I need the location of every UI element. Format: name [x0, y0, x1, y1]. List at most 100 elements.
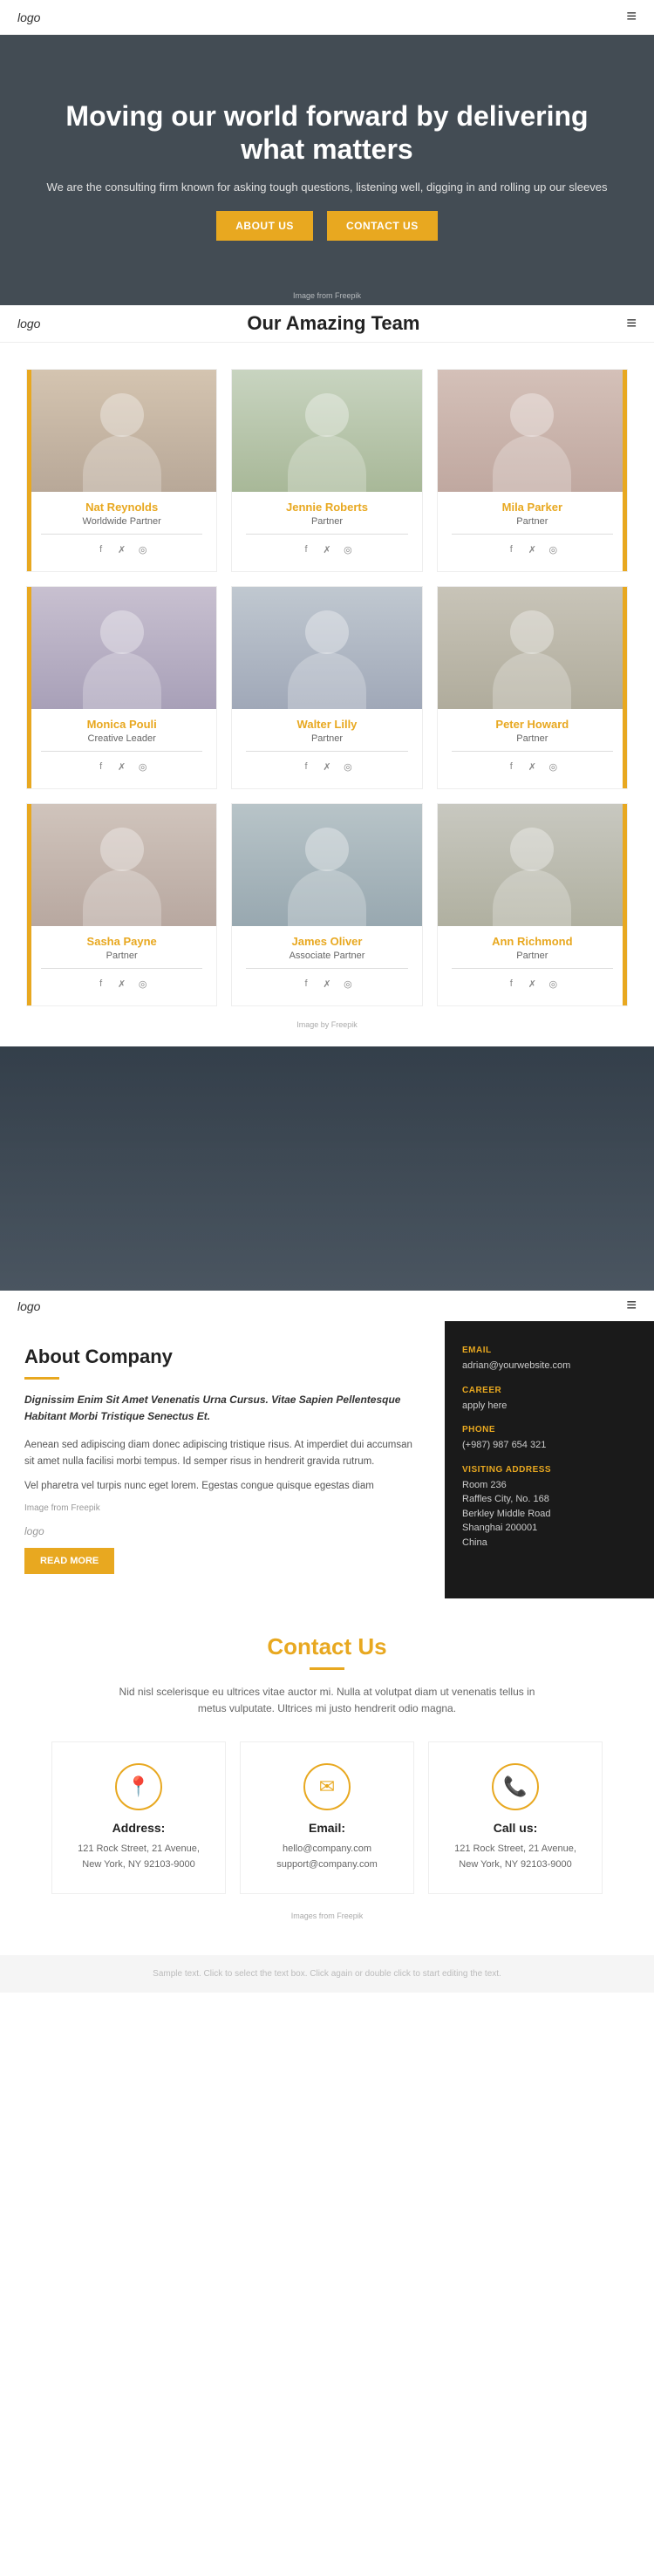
team-member-role: Partner [239, 733, 414, 744]
team-grid: Nat ReynoldsWorldwide Partnerf✗◎ Jennie … [17, 369, 637, 1006]
social-t-icon[interactable]: ✗ [114, 542, 130, 557]
card-divider [452, 534, 613, 535]
about-menu-icon[interactable]: ≡ [626, 1296, 637, 1316]
team-member-role: Worldwide Partner [34, 516, 209, 527]
contact-us-section: Contact Us Nid nisl scelerisque eu ultri… [0, 1598, 654, 1956]
team-photo [438, 587, 627, 709]
card-divider [41, 534, 202, 535]
team-card: Sasha PaynePartnerf✗◎ [26, 803, 217, 1006]
card-accent-right [623, 370, 627, 571]
social-ig-icon[interactable]: ◎ [135, 759, 151, 774]
team-socials: f ✗ ◎ [239, 976, 414, 998]
social-f-icon[interactable]: f [503, 542, 519, 557]
team-socials: f ✗ ◎ [445, 542, 620, 564]
contact-card-icon: ✉ [303, 1763, 351, 1810]
about-image-credit: Image from Freepik [24, 1503, 424, 1513]
contact-card-title: Call us: [494, 1821, 538, 1835]
card-divider [246, 534, 407, 535]
team-info: Ann RichmondPartnerf✗◎ [438, 926, 627, 1005]
social-t-icon[interactable]: ✗ [319, 542, 335, 557]
card-divider [41, 968, 202, 969]
about-logo-mark: logo [24, 1525, 424, 1537]
team-info: Peter HowardPartnerf✗◎ [438, 709, 627, 788]
team-photo [232, 370, 421, 492]
social-ig-icon[interactable]: ◎ [545, 976, 561, 992]
card-divider [452, 968, 613, 969]
team-logo: logo [17, 317, 40, 331]
hero-logo: logo [17, 10, 40, 24]
team-card: James Oliver Associate Partner f ✗ ◎ [231, 803, 422, 1006]
social-t-icon[interactable]: ✗ [319, 759, 335, 774]
contact-card: ✉Email:hello@company.comsupport@company.… [240, 1741, 414, 1894]
contact-card-title: Email: [309, 1821, 345, 1835]
social-t-icon[interactable]: ✗ [524, 542, 540, 557]
team-card: Jennie Roberts Partner f ✗ ◎ [231, 369, 422, 572]
team-socials: f ✗ ◎ [34, 759, 209, 781]
about-section: logo ≡ About Company Dignissim Enim Sit … [0, 1046, 654, 1598]
contact-card: 📞Call us:121 Rock Street, 21 Avenue,New … [428, 1741, 603, 1894]
contact-us-title: Contact Us [26, 1633, 628, 1660]
team-member-role: Associate Partner [239, 951, 414, 961]
team-photo [438, 370, 627, 492]
social-f-icon[interactable]: f [93, 759, 109, 774]
contact-us-button[interactable]: CONTACT US [327, 211, 438, 241]
team-photo [438, 804, 627, 926]
social-t-icon[interactable]: ✗ [114, 759, 130, 774]
hero-image-credit: Image from Freepik [293, 291, 361, 300]
social-ig-icon[interactable]: ◎ [135, 976, 151, 992]
contact-card-title: Address: [112, 1821, 166, 1835]
phone-value: (+987) 987 654 321 [462, 1438, 637, 1453]
card-divider [246, 968, 407, 969]
about-us-button[interactable]: ABOUT US [216, 211, 313, 241]
social-t-icon[interactable]: ✗ [114, 976, 130, 992]
social-f-icon[interactable]: f [503, 759, 519, 774]
about-nav-bar: logo ≡ [0, 1291, 654, 1321]
social-t-icon[interactable]: ✗ [319, 976, 335, 992]
social-ig-icon[interactable]: ◎ [340, 976, 356, 992]
team-photo [27, 370, 216, 492]
social-ig-icon[interactable]: ◎ [545, 542, 561, 557]
team-socials: f ✗ ◎ [445, 759, 620, 781]
contact-card-body: 121 Rock Street, 21 Avenue,New York, NY … [78, 1842, 200, 1872]
social-t-icon[interactable]: ✗ [524, 759, 540, 774]
social-f-icon[interactable]: f [93, 542, 109, 557]
hero-section: Moving our world forward by delivering w… [0, 35, 654, 305]
address-lines: Room 236Raffles City, No. 168Berkley Mid… [462, 1478, 637, 1550]
social-f-icon[interactable]: f [298, 759, 314, 774]
social-ig-icon[interactable]: ◎ [545, 759, 561, 774]
team-member-role: Partner [34, 951, 209, 961]
team-section: Nat ReynoldsWorldwide Partnerf✗◎ Jennie … [0, 343, 654, 1046]
about-hero-image [0, 1046, 654, 1291]
card-accent-left [27, 804, 31, 1005]
social-ig-icon[interactable]: ◎ [340, 542, 356, 557]
team-card: Walter Lilly Partner f ✗ ◎ [231, 586, 422, 789]
team-photo [232, 587, 421, 709]
team-menu-icon[interactable]: ≡ [626, 314, 637, 334]
team-member-role: Partner [239, 516, 414, 527]
social-f-icon[interactable]: f [298, 976, 314, 992]
social-ig-icon[interactable]: ◎ [135, 542, 151, 557]
team-card: Monica PouliCreative Leaderf✗◎ [26, 586, 217, 789]
team-member-name: Walter Lilly [239, 718, 414, 731]
social-ig-icon[interactable]: ◎ [340, 759, 356, 774]
sample-text-footer[interactable]: Sample text. Click to select the text bo… [0, 1955, 654, 1993]
team-nav: logo Our Amazing Team ≡ [0, 305, 654, 343]
team-info: James Oliver Associate Partner f ✗ ◎ [232, 926, 421, 1005]
team-info: Monica PouliCreative Leaderf✗◎ [27, 709, 216, 788]
team-member-role: Creative Leader [34, 733, 209, 744]
team-info: Walter Lilly Partner f ✗ ◎ [232, 709, 421, 788]
about-title: About Company [24, 1346, 424, 1368]
team-member-name: Ann Richmond [445, 935, 620, 948]
team-member-name: Jennie Roberts [239, 501, 414, 514]
read-more-button[interactable]: READ MORE [24, 1548, 114, 1574]
social-f-icon[interactable]: f [93, 976, 109, 992]
team-member-role: Partner [445, 516, 620, 527]
social-t-icon[interactable]: ✗ [524, 976, 540, 992]
hero-menu-icon[interactable]: ≡ [626, 7, 637, 27]
social-f-icon[interactable]: f [298, 542, 314, 557]
social-f-icon[interactable]: f [503, 976, 519, 992]
team-member-name: James Oliver [239, 935, 414, 948]
contact-card-icon: 📍 [115, 1763, 162, 1810]
card-accent-left [27, 370, 31, 571]
team-info: Nat ReynoldsWorldwide Partnerf✗◎ [27, 492, 216, 571]
